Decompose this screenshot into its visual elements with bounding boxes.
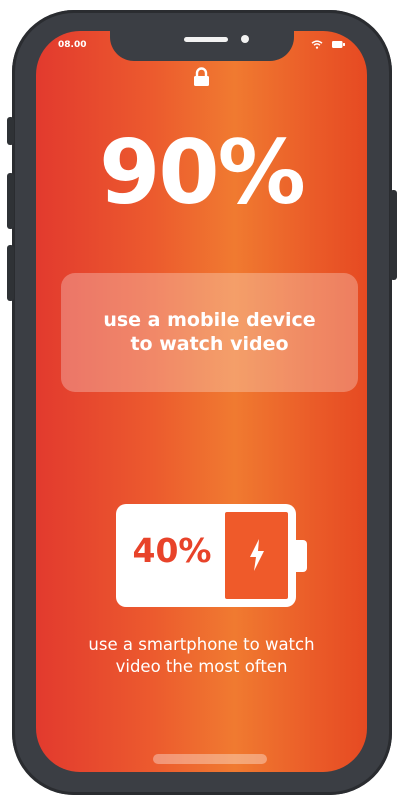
lightning-bolt-icon <box>247 538 267 576</box>
lock-icon <box>193 67 210 91</box>
power-button <box>390 190 397 280</box>
front-camera <box>241 35 249 43</box>
status-icons <box>311 40 345 49</box>
battery-terminal <box>296 540 307 572</box>
wifi-icon <box>311 40 323 49</box>
battery-graphic: 40% <box>116 504 307 607</box>
volume-down-button <box>7 245 14 301</box>
secondary-stat-value: 40% <box>132 531 212 570</box>
battery-icon <box>332 41 345 48</box>
battery-charge-segment <box>225 512 288 599</box>
main-stat-value: 90% <box>99 121 306 224</box>
notch <box>110 31 294 61</box>
status-time: 08.00 <box>58 40 87 50</box>
phone-screen: 08.00 90% use a mobile device to watch v… <box>36 31 367 772</box>
mute-switch <box>7 117 14 145</box>
secondary-stat-description: use a smartphone to watch video the most… <box>88 635 315 677</box>
volume-up-button <box>7 173 14 229</box>
main-stat-description: use a mobile device to watch video <box>103 308 316 355</box>
home-indicator <box>153 754 267 764</box>
speaker-grille <box>184 37 228 42</box>
main-stat-card: use a mobile device to watch video <box>61 273 358 392</box>
